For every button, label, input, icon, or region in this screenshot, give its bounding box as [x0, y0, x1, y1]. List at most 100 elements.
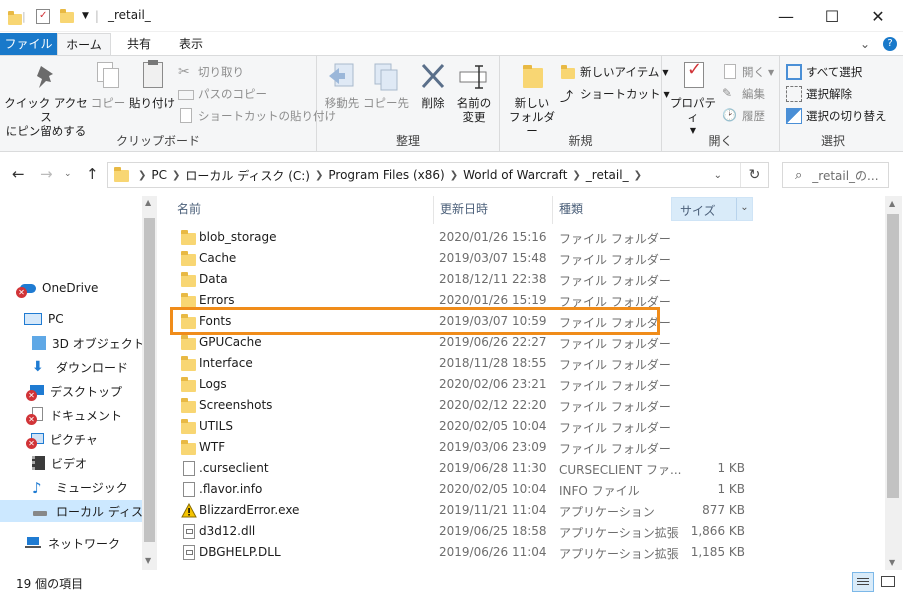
column-header-name[interactable]: 名前 — [177, 196, 433, 224]
file-date: 2020/02/12 22:20 — [439, 398, 547, 412]
scroll-down-arrow-icon[interactable]: ▼ — [145, 556, 151, 565]
file-row[interactable]: DBGHELP.DLL 2019/06/26 11:04 アプリケーション拡張 1,1… — [175, 542, 885, 563]
nav-item-local-disk[interactable]: ローカル ディスク (C — [0, 500, 172, 522]
open-group: ✓ プロパティ ▼ 開く ▼ ✎ 編集 🕑 履歴 開く — [662, 56, 780, 152]
file-row[interactable]: .flavor.info 2020/02/05 10:04 INFO ファイル 1 K… — [175, 479, 885, 500]
breadcrumb-separator-icon[interactable]: ❯ — [572, 170, 580, 181]
select-none-icon — [786, 86, 802, 102]
column-header-size-cell[interactable]: サイズ ⌄ — [671, 197, 753, 221]
breadcrumb-separator-icon[interactable]: ❯ — [634, 170, 642, 181]
breadcrumb-pc[interactable]: PC — [151, 168, 167, 182]
file-row[interactable]: blob_storage 2020/01/26 15:16 ファイル フォルダー — [175, 227, 885, 248]
properties-button[interactable]: ✓ プロパティ ▼ — [666, 60, 720, 138]
breadcrumb-world-of-warcraft[interactable]: World of Warcraft — [463, 168, 567, 182]
copy-button[interactable]: コピー — [88, 60, 128, 110]
rename-button[interactable]: 名前の 変更 — [453, 60, 495, 124]
customize-dropdown-icon[interactable]: ▼ — [82, 11, 89, 21]
paste-shortcut-button[interactable]: ショートカットの貼り付け — [178, 106, 336, 126]
file-row[interactable]: Interface 2018/11/28 18:55 ファイル フォルダー — [175, 353, 885, 374]
minimize-button[interactable]: — — [763, 0, 809, 32]
nav-pane-scrollbar[interactable]: ▲ ▼ — [142, 196, 157, 570]
search-box[interactable]: ⌕ _retail_の... — [782, 162, 889, 188]
nav-item-onedrive[interactable]: ✕ OneDrive — [16, 277, 98, 299]
tab-share[interactable]: 共有 — [115, 33, 163, 55]
file-type: ファイル フォルダー — [559, 358, 671, 372]
maximize-button[interactable]: ☐ — [809, 0, 855, 32]
file-list-scrollbar[interactable]: ▲ ▼ — [885, 196, 902, 570]
file-row[interactable]: Data 2018/12/11 22:38 ファイル フォルダー — [175, 269, 885, 290]
column-header-type[interactable]: 種類 — [552, 196, 670, 224]
breadcrumb-program-files[interactable]: Program Files (x86) — [328, 168, 444, 182]
nav-item-downloads[interactable]: ⬇ ダウンロード — [32, 356, 128, 378]
file-row[interactable]: d3d12.dll 2019/06/25 18:58 アプリケーション拡張 1,866… — [175, 521, 885, 542]
details-view-icon[interactable] — [852, 572, 874, 592]
up-arrow-icon[interactable]: ↑ — [86, 165, 99, 183]
paste-button[interactable]: 貼り付け — [128, 60, 176, 110]
breadcrumb-separator-icon[interactable]: ❯ — [450, 170, 458, 181]
address-bar[interactable]: ❯ PC ❯ ローカル ディスク (C:) ❯ Program Files (x… — [107, 162, 769, 188]
nav-item-desktop[interactable]: ✕ デスクトップ — [26, 380, 122, 402]
select-all-button[interactable]: すべて選択 — [786, 62, 862, 82]
new-item-button[interactable]: 新しいアイテム ▼ — [560, 62, 669, 82]
open-button[interactable]: 開く ▼ — [722, 62, 774, 82]
nav-item-documents[interactable]: ✕ ドキュメント — [26, 404, 122, 426]
pin-quick-access-button[interactable]: クイック アクセス にピン留めする — [4, 60, 88, 138]
file-row[interactable]: UTILS 2020/02/05 10:04 ファイル フォルダー — [175, 416, 885, 437]
invert-selection-button[interactable]: 選択の切り替え — [786, 106, 887, 126]
file-row[interactable]: BlizzardError.exe 2019/11/21 11:04 アプリケーショ… — [175, 500, 885, 521]
breadcrumb-retail[interactable]: _retail_ — [586, 168, 629, 182]
scroll-down-arrow-icon[interactable]: ▼ — [889, 558, 895, 567]
nav-item-pictures[interactable]: ✕ ピクチャ — [26, 428, 98, 450]
file-list-scroll-thumb[interactable] — [887, 214, 899, 498]
edit-button[interactable]: ✎ 編集 — [722, 84, 765, 104]
column-header-date[interactable]: 更新日時 — [433, 196, 551, 224]
cut-button[interactable]: ✂ 切り取り — [178, 62, 244, 82]
properties-check-icon[interactable]: ✓ — [36, 8, 50, 24]
help-icon[interactable]: ? — [883, 37, 897, 51]
file-row[interactable]: GPUCache 2019/06/26 22:27 ファイル フォルダー — [175, 332, 885, 353]
large-icons-view-icon[interactable] — [878, 572, 898, 592]
refresh-icon[interactable]: ↻ — [740, 163, 768, 187]
column-filter-chevron-icon[interactable]: ⌄ — [736, 198, 752, 220]
nav-item-3d-objects[interactable]: 3D オブジェクト — [32, 332, 145, 354]
nav-item-music[interactable]: ♪ ミュージック — [32, 476, 128, 498]
file-name: Data — [199, 272, 228, 286]
nav-item-pc[interactable]: PC — [24, 308, 64, 330]
select-none-button[interactable]: 選択解除 — [786, 84, 852, 104]
forward-arrow-icon[interactable]: → — [40, 165, 53, 183]
move-to-button[interactable]: 移動先 — [321, 60, 363, 110]
back-arrow-icon[interactable]: ← — [12, 165, 25, 183]
breadcrumb-local-disk[interactable]: ローカル ディスク (C:) — [185, 167, 310, 184]
nav-item-network[interactable]: ネットワーク — [24, 532, 120, 554]
file-row[interactable]: .curseclient 2019/06/28 11:30 CURSECLIENT … — [175, 458, 885, 479]
scroll-up-arrow-icon[interactable]: ▲ — [145, 198, 151, 207]
scissors-icon: ✂ — [178, 64, 190, 80]
file-row[interactable]: Cache 2019/03/07 15:48 ファイル フォルダー — [175, 248, 885, 269]
address-dropdown-chevron-icon[interactable]: ⌄ — [714, 170, 722, 181]
breadcrumb-separator-icon[interactable]: ❯ — [138, 170, 146, 181]
scroll-up-arrow-icon[interactable]: ▲ — [889, 199, 895, 208]
delete-button[interactable]: 削除 — [413, 60, 453, 110]
nav-pane-scroll-thumb[interactable] — [144, 218, 155, 542]
recent-locations-chevron-icon[interactable]: ⌄ — [64, 169, 72, 179]
new-folder-icon[interactable] — [60, 9, 74, 23]
ribbon-expand-icon[interactable]: ⌄ — [860, 37, 870, 51]
file-row[interactable]: Logs 2020/02/06 23:21 ファイル フォルダー — [175, 374, 885, 395]
history-button[interactable]: 🕑 履歴 — [722, 106, 765, 126]
new-folder-button[interactable]: 新しい フォルダー — [504, 60, 560, 138]
tab-file[interactable]: ファイル — [0, 33, 57, 55]
file-row[interactable]: WTF 2019/03/06 23:09 ファイル フォルダー — [175, 437, 885, 458]
breadcrumb-separator-icon[interactable]: ❯ — [172, 170, 180, 181]
file-row[interactable]: Screenshots 2020/02/12 22:20 ファイル フォルダー — [175, 395, 885, 416]
shortcut-button[interactable]: ⤴ ショートカット ▼ — [560, 84, 670, 105]
close-button[interactable]: ✕ — [855, 0, 901, 32]
tab-home[interactable]: ホーム — [57, 33, 111, 55]
nav-item-label: ピクチャ — [50, 432, 98, 447]
file-name: Screenshots — [199, 398, 273, 412]
copy-to-button[interactable]: コピー先 — [363, 60, 409, 110]
breadcrumb-separator-icon[interactable]: ❯ — [315, 170, 323, 181]
nav-item-videos[interactable]: ビデオ — [32, 452, 87, 474]
tab-view[interactable]: 表示 — [167, 33, 215, 55]
copy-path-button[interactable]: パスのコピー — [178, 84, 267, 104]
file-date: 2019/06/25 18:58 — [439, 524, 547, 538]
